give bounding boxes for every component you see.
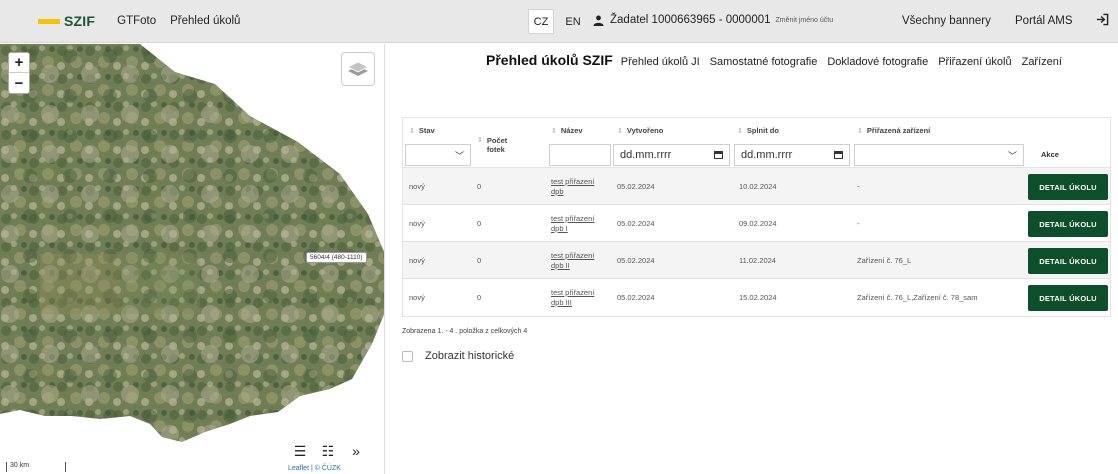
user-account[interactable]: Žadatel 1000663965 - 0000001 Změnit jmén… — [593, 14, 833, 26]
vytvoreno-date-filter[interactable]: dd.mm.rrrr — [613, 144, 730, 166]
main-tabs: Přehled úkolů SZIF Přehled úkolů JI Samo… — [486, 52, 1072, 68]
cell-stav: nový — [409, 256, 425, 265]
zoom-control: + − — [8, 52, 30, 94]
show-history-label: Zobrazit historické — [425, 350, 515, 362]
table-row[interactable]: nový 0 test přiřazení dpb I 05.02.2024 0… — [403, 205, 1110, 242]
cell-vytvoreno: 05.02.2024 — [617, 219, 655, 228]
logo-text: SZIF — [64, 13, 96, 29]
cell-pocet: 0 — [477, 293, 482, 302]
layers-icon — [347, 61, 369, 76]
map-attribution[interactable]: Leaflet | © ČÚZK — [288, 465, 341, 472]
tab-prehled-ukolu-szif[interactable]: Přehled úkolů SZIF — [486, 52, 613, 68]
user-name: Žadatel 1000663965 - 0000001 — [610, 14, 771, 26]
tab-zarizeni[interactable]: Zařízení — [1022, 56, 1062, 68]
list-icon[interactable]: ☰ — [288, 441, 312, 461]
table-header: ⇕ Stav ⇕ Počet fotek ⇕ Název ⇕ Vytvořeno ⇕ Sp… — [403, 118, 1110, 168]
column-nazev[interactable]: ⇕ Název — [551, 126, 583, 135]
cell-pocet: 0 — [477, 256, 482, 265]
logout-button[interactable] — [1096, 13, 1109, 31]
column-stav[interactable]: ⇕ Stav — [409, 126, 435, 135]
lang-cz[interactable]: CZ — [528, 9, 554, 34]
nazev-filter[interactable] — [549, 144, 611, 166]
zoom-in-button[interactable]: + — [9, 53, 29, 73]
tab-samostatne-fotografie[interactable]: Samostatné fotografie — [710, 56, 818, 68]
user-icon — [593, 15, 604, 26]
nav-gtfoto[interactable]: GTFoto — [117, 15, 156, 27]
cell-vytvoreno: 05.02.2024 — [617, 293, 655, 302]
cell-nazev[interactable]: test přiřazení dpb — [551, 168, 594, 205]
parcel-label[interactable]: 5604/4 (480-1110) — [306, 252, 367, 263]
detail-ukolu-button[interactable]: DETAIL ÚKOLU — [1028, 248, 1108, 274]
map-scale: 30 km — [6, 462, 66, 472]
pagination-summary: Zobrazena 1. - 4 . položka z celkových 4 — [402, 328, 528, 335]
map-tools: ☰ ☷ » — [288, 441, 372, 461]
calendar-icon — [714, 151, 723, 159]
logout-icon — [1096, 13, 1109, 26]
column-vytvoreno[interactable]: ⇕ Vytvořeno — [617, 126, 663, 135]
chevron-down-icon: ﹀ — [454, 150, 464, 161]
all-banners-link[interactable]: Všechny bannery — [902, 15, 991, 27]
tab-prirazeni-ukolu[interactable]: Přiřazení úkolů — [938, 56, 1011, 68]
tab-dokladove-fotografie[interactable]: Dokladové fotografie — [827, 56, 928, 68]
detail-ukolu-button[interactable]: DETAIL ÚKOLU — [1028, 174, 1108, 200]
detail-ukolu-button[interactable]: DETAIL ÚKOLU — [1028, 211, 1108, 237]
expand-icon[interactable]: » — [344, 441, 368, 461]
logo-stripe — [38, 18, 60, 24]
cell-stav: nový — [409, 182, 425, 191]
zoom-out-button[interactable]: − — [9, 73, 29, 93]
cell-stav: nový — [409, 293, 425, 302]
map-panel[interactable]: + − 5604/4 (480-1110) ☰ ☷ » 30 km Leafle… — [0, 44, 385, 474]
cell-vytvoreno: 05.02.2024 — [617, 182, 655, 191]
cell-stav: nový — [409, 219, 425, 228]
list-detail-icon[interactable]: ☷ — [316, 441, 340, 461]
show-history-checkbox[interactable] — [402, 350, 413, 362]
detail-ukolu-button[interactable]: DETAIL ÚKOLU — [1028, 285, 1108, 311]
stav-filter[interactable]: ﹀ — [405, 144, 471, 166]
cell-splnit: 09.02.2024 — [739, 219, 777, 228]
cell-zarizeni: Zařízení č. 76_L — [857, 256, 912, 265]
cell-splnit: 10.02.2024 — [739, 182, 777, 191]
lang-en[interactable]: EN — [560, 9, 586, 34]
table-row[interactable]: nový 0 test přiřazení dpb III 05.02.2024… — [403, 279, 1110, 316]
chevron-down-icon: ﹀ — [1007, 150, 1017, 161]
layers-button[interactable] — [341, 52, 375, 86]
table-row[interactable]: nový 0 test přiřazení dpb II 05.02.2024 … — [403, 242, 1110, 279]
zarizeni-filter[interactable]: ﹀ — [854, 144, 1024, 166]
cell-splnit: 15.02.2024 — [739, 293, 777, 302]
nav-prehled-ukolu[interactable]: Přehled úkolů — [170, 15, 240, 27]
cell-nazev[interactable]: test přiřazení dpb III — [551, 279, 594, 316]
table-row[interactable]: nový 0 test přiřazení dpb 05.02.2024 10.… — [403, 168, 1110, 205]
cell-pocet: 0 — [477, 219, 482, 228]
szif-logo[interactable]: SZIF — [38, 0, 95, 43]
cell-vytvoreno: 05.02.2024 — [617, 256, 655, 265]
portal-ams-link[interactable]: Portál AMS — [1015, 15, 1073, 27]
cell-zarizeni: - — [857, 219, 860, 228]
cell-nazev[interactable]: test přiřazení dpb II — [551, 242, 594, 279]
language-switcher: CZ EN — [528, 9, 592, 34]
change-name-link[interactable]: Změnit jméno účtu — [776, 17, 834, 24]
calendar-icon — [834, 151, 843, 159]
column-pocet-fotek[interactable]: ⇕ Počet fotek — [477, 136, 513, 154]
cell-splnit: 11.02.2024 — [739, 256, 776, 265]
column-akce: Akce — [1041, 150, 1059, 159]
cell-zarizeni: Zařízení č. 76_L,Zařízení č. 78_sam — [857, 293, 978, 302]
show-history-option[interactable]: Zobrazit historické — [402, 350, 514, 362]
splnit-date-filter[interactable]: dd.mm.rrrr — [734, 144, 850, 166]
cell-nazev[interactable]: test přiřazení dpb I — [551, 205, 594, 242]
tasks-table: ⇕ Stav ⇕ Počet fotek ⇕ Název ⇕ Vytvořeno ⇕ Sp… — [402, 117, 1111, 317]
column-splnit-do[interactable]: ⇕ Splnit do — [737, 126, 779, 135]
cell-zarizeni: - — [857, 182, 860, 191]
top-bar: SZIF GTFoto Přehled úkolů CZ EN Žadatel … — [0, 0, 1118, 43]
tab-prehled-ukolu-ji[interactable]: Přehled úkolů JI — [621, 56, 700, 68]
cell-pocet: 0 — [477, 182, 482, 191]
column-prirazena-zarizeni[interactable]: ⇕ Přiřazená zařízení — [857, 126, 930, 135]
